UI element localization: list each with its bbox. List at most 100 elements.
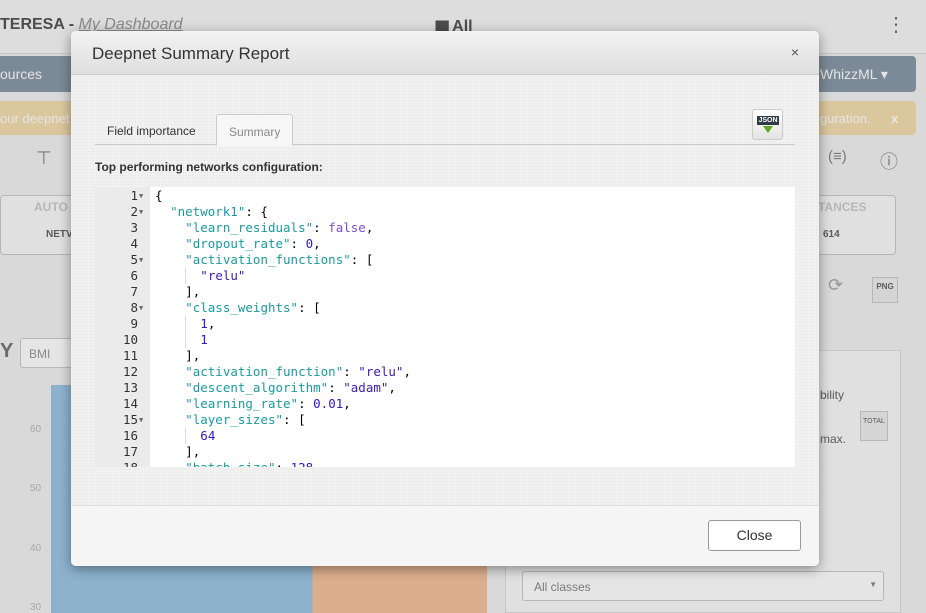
close-icon[interactable]: × (791, 44, 799, 60)
modal-header: Deepnet Summary Report × (71, 31, 819, 75)
line-number: 8 (130, 300, 138, 315)
indent-guide (185, 316, 187, 332)
line-number: 1 (130, 188, 138, 203)
code-text: "descent_algorithm": "adam", (185, 380, 396, 396)
code-line: 16 64 (95, 428, 795, 444)
code-line: 2 ▼ "network1": { (95, 204, 795, 220)
code-text: "network1": { (170, 204, 268, 220)
code-token: 1 (200, 316, 208, 331)
line-number: 7 (130, 284, 138, 299)
tab-field-importance[interactable]: Field importance (95, 114, 208, 145)
code-token: , (343, 396, 351, 411)
code-line: 8 ▼ "class_weights": [ (95, 300, 795, 316)
indent-guide (185, 268, 187, 284)
code-line: 10 1 (95, 332, 795, 348)
code-token: "batch_size" (185, 460, 275, 467)
line-number: 15 (122, 412, 138, 427)
close-button[interactable]: Close (708, 520, 801, 551)
code-token: : [ (350, 252, 374, 267)
modal-footer: Close (71, 505, 819, 566)
code-text: 1 (200, 332, 208, 348)
code-token: ], (185, 348, 201, 363)
line-number: 18 (95, 460, 138, 467)
code-line: 18 "batch_size": 128 (95, 460, 795, 467)
code-token: false (328, 220, 366, 235)
download-arrow-icon (763, 126, 773, 133)
code-token: : (276, 460, 291, 467)
code-text: "dropout_rate": 0, (185, 236, 320, 252)
code-token: , (388, 380, 396, 395)
code-token: ], (185, 444, 201, 459)
code-text: "activation_function": "relu", (185, 364, 411, 380)
code-text: "learn_residuals": false, (185, 220, 373, 236)
tab-summary[interactable]: Summary (216, 114, 294, 146)
code-text: "activation_functions": [ (185, 252, 373, 268)
code-line: 6 "relu" (95, 268, 795, 284)
fold-toggle-icon[interactable]: ▼ (139, 188, 143, 204)
code-token: "learning_rate" (185, 396, 299, 411)
code-token: : (290, 236, 306, 251)
code-text: 1, (200, 316, 215, 332)
line-number: 9 (130, 316, 138, 331)
code-token: , (207, 316, 216, 331)
code-token: 0.01 (313, 396, 344, 411)
code-line: 5 ▼ "activation_functions": [ (95, 252, 795, 268)
code-line: 12 "activation_function": "relu", (95, 364, 795, 380)
code-text: { (155, 188, 163, 204)
line-number: 2 (130, 204, 138, 219)
fold-toggle-icon[interactable]: ▼ (139, 300, 143, 316)
line-number: 10 (122, 332, 138, 347)
code-token: ], (185, 284, 201, 299)
code-token: 64 (200, 428, 216, 443)
line-number: 12 (122, 364, 138, 379)
indent-guide (185, 428, 187, 444)
code-token: "layer_sizes" (185, 412, 284, 427)
code-text: "class_weights": [ (185, 300, 320, 316)
code-text: ], (185, 348, 200, 364)
code-text: ], (185, 444, 200, 460)
code-token: , (403, 364, 411, 379)
code-token: "class_weights" (185, 300, 299, 315)
fold-toggle-icon[interactable]: ▼ (139, 204, 143, 220)
code-text: ], (185, 284, 200, 300)
fold-toggle-icon[interactable]: ▼ (139, 252, 143, 268)
code-text: "batch_size": 128 (185, 460, 313, 467)
code-token: 128 (291, 460, 314, 467)
code-text: "relu" (200, 268, 245, 284)
code-token: 0 (305, 236, 314, 251)
code-text: "layer_sizes": [ (185, 412, 305, 428)
line-number: 11 (122, 348, 138, 363)
code-line: 13 "descent_algorithm": "adam", (95, 380, 795, 396)
line-number: 4 (130, 236, 138, 251)
code-token: , (365, 220, 374, 235)
code-line: 3 "learn_residuals": false, (95, 220, 795, 236)
json-code-viewer[interactable]: 1 ▼{2 ▼ "network1": {3 "learn_residuals": fa… (95, 187, 795, 467)
code-token: "adam" (343, 380, 389, 395)
fold-toggle-icon[interactable]: ▼ (139, 412, 143, 428)
code-token: "activation_function" (185, 364, 344, 379)
code-text: "learning_rate": 0.01, (185, 396, 351, 412)
code-token: "relu" (358, 364, 404, 379)
line-number: 17 (122, 444, 138, 459)
code-token: "dropout_rate" (185, 236, 291, 251)
line-number: 3 (130, 220, 138, 235)
json-label: JSON (757, 116, 779, 125)
line-number: 16 (122, 428, 138, 443)
code-line: 1 ▼ { (95, 188, 795, 204)
section-title: Top performing networks configuration: (95, 160, 323, 174)
code-line: 15 ▼ "layer_sizes": [ (95, 412, 795, 428)
code-token: : (328, 380, 344, 395)
code-token: : (343, 364, 359, 379)
modal-title: Deepnet Summary Report (92, 44, 290, 63)
line-number: 14 (122, 396, 138, 411)
line-number: 6 (130, 268, 138, 283)
code-line: 14 "learning_rate": 0.01, (95, 396, 795, 412)
modal-body: Field importance Summary JSON Top perfor… (71, 75, 819, 505)
code-line: 7], (95, 284, 795, 300)
code-token: , (313, 236, 321, 251)
line-number: 13 (122, 380, 138, 395)
json-download-button[interactable]: JSON (752, 109, 783, 140)
code-token: "activation_functions" (185, 252, 351, 267)
tab-bar: Field importance Summary (95, 114, 795, 146)
code-line: 4 "dropout_rate": 0, (95, 236, 795, 252)
